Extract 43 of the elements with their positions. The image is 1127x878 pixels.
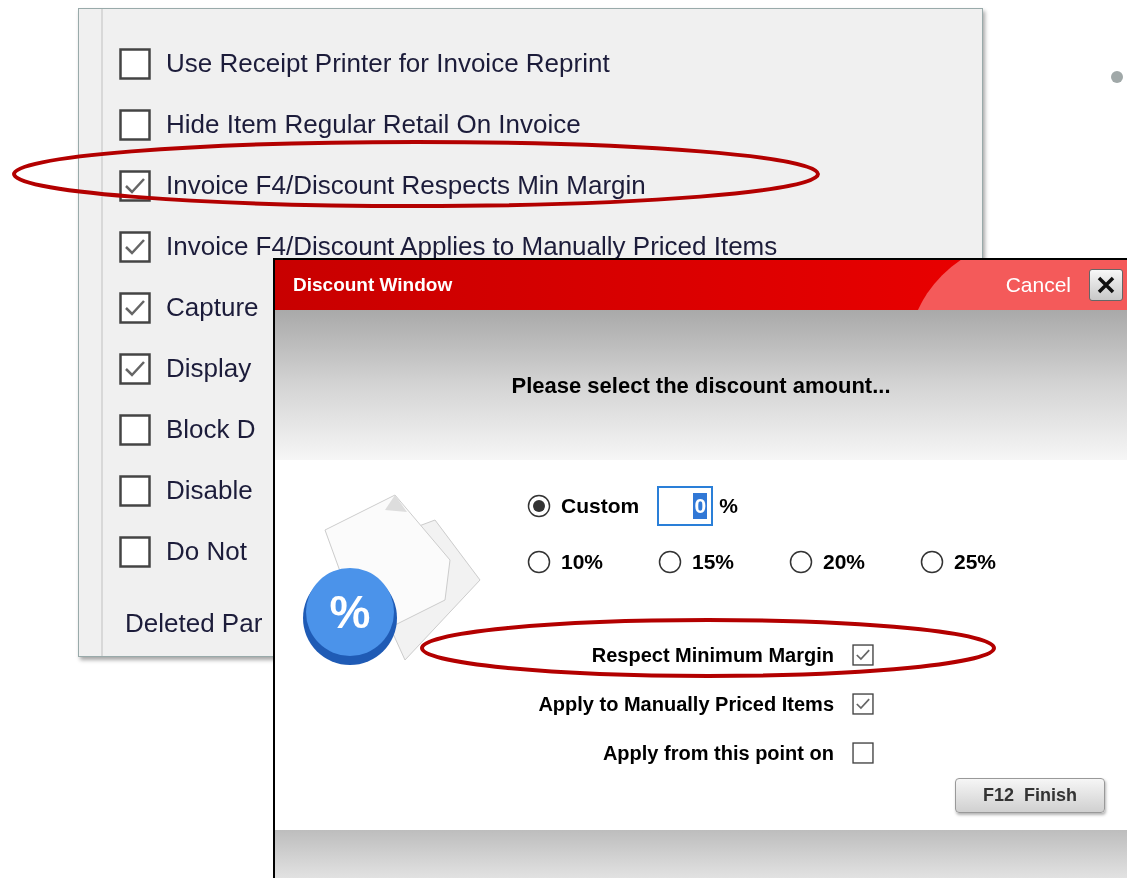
option-label: Disable <box>166 474 253 507</box>
radio-button[interactable] <box>658 549 682 574</box>
cancel-link[interactable]: Cancel <box>1005 269 1071 301</box>
checked-checkbox[interactable] <box>852 643 874 666</box>
section-label: Deleted Par <box>125 607 263 640</box>
checkbox[interactable] <box>852 741 874 764</box>
checked-checkbox[interactable] <box>119 352 151 385</box>
preset-label: 10% <box>561 549 604 575</box>
checkbox[interactable] <box>119 413 151 446</box>
checked-checkbox[interactable] <box>119 291 151 324</box>
checked-checkbox[interactable] <box>119 230 151 263</box>
radio-button[interactable] <box>527 549 551 574</box>
preset-label: 25% <box>954 549 997 575</box>
option-label: Do Not <box>166 535 247 568</box>
option-label: Capture <box>166 291 259 324</box>
option-label: Use Receipt Printer for Invoice Reprint <box>166 47 610 80</box>
radio-button[interactable] <box>920 549 944 574</box>
window-title: Discount Window <box>293 272 453 297</box>
selected-radio-button[interactable] <box>527 494 551 518</box>
option-label: Invoice F4/Discount Respects Min Margin <box>166 169 646 202</box>
custom-label: Custom <box>561 493 640 520</box>
checkbox[interactable] <box>119 474 151 507</box>
preset-label: 20% <box>823 549 866 575</box>
option-label: Invoice F4/Discount Applies to Manually Priced Items <box>166 230 778 263</box>
option-label: Display <box>166 352 252 385</box>
close-icon <box>1096 275 1116 295</box>
option-label: Hide Item Regular Retail On Invoice <box>166 108 581 141</box>
checkbox[interactable] <box>119 47 151 80</box>
close-button[interactable] <box>1089 269 1123 301</box>
option-label: Apply to Manually Priced Items <box>538 691 834 717</box>
prompt-text: Please select the discount amount... <box>511 371 891 400</box>
percent-unit: % <box>719 493 738 520</box>
checkbox[interactable] <box>119 535 151 568</box>
radio-button[interactable] <box>789 549 813 574</box>
option-label: Block D <box>166 413 256 446</box>
checked-checkbox[interactable] <box>852 692 874 715</box>
option-label: Apply from this point on <box>602 740 834 766</box>
finish-button[interactable]: F12 Finish <box>955 778 1105 813</box>
bullet-dot <box>1111 71 1123 83</box>
option-label: Respect Minimum Margin <box>591 642 834 668</box>
checkbox[interactable] <box>119 108 151 141</box>
preset-label: 15% <box>692 549 735 575</box>
percent-input-field[interactable]: 0 <box>657 486 714 526</box>
